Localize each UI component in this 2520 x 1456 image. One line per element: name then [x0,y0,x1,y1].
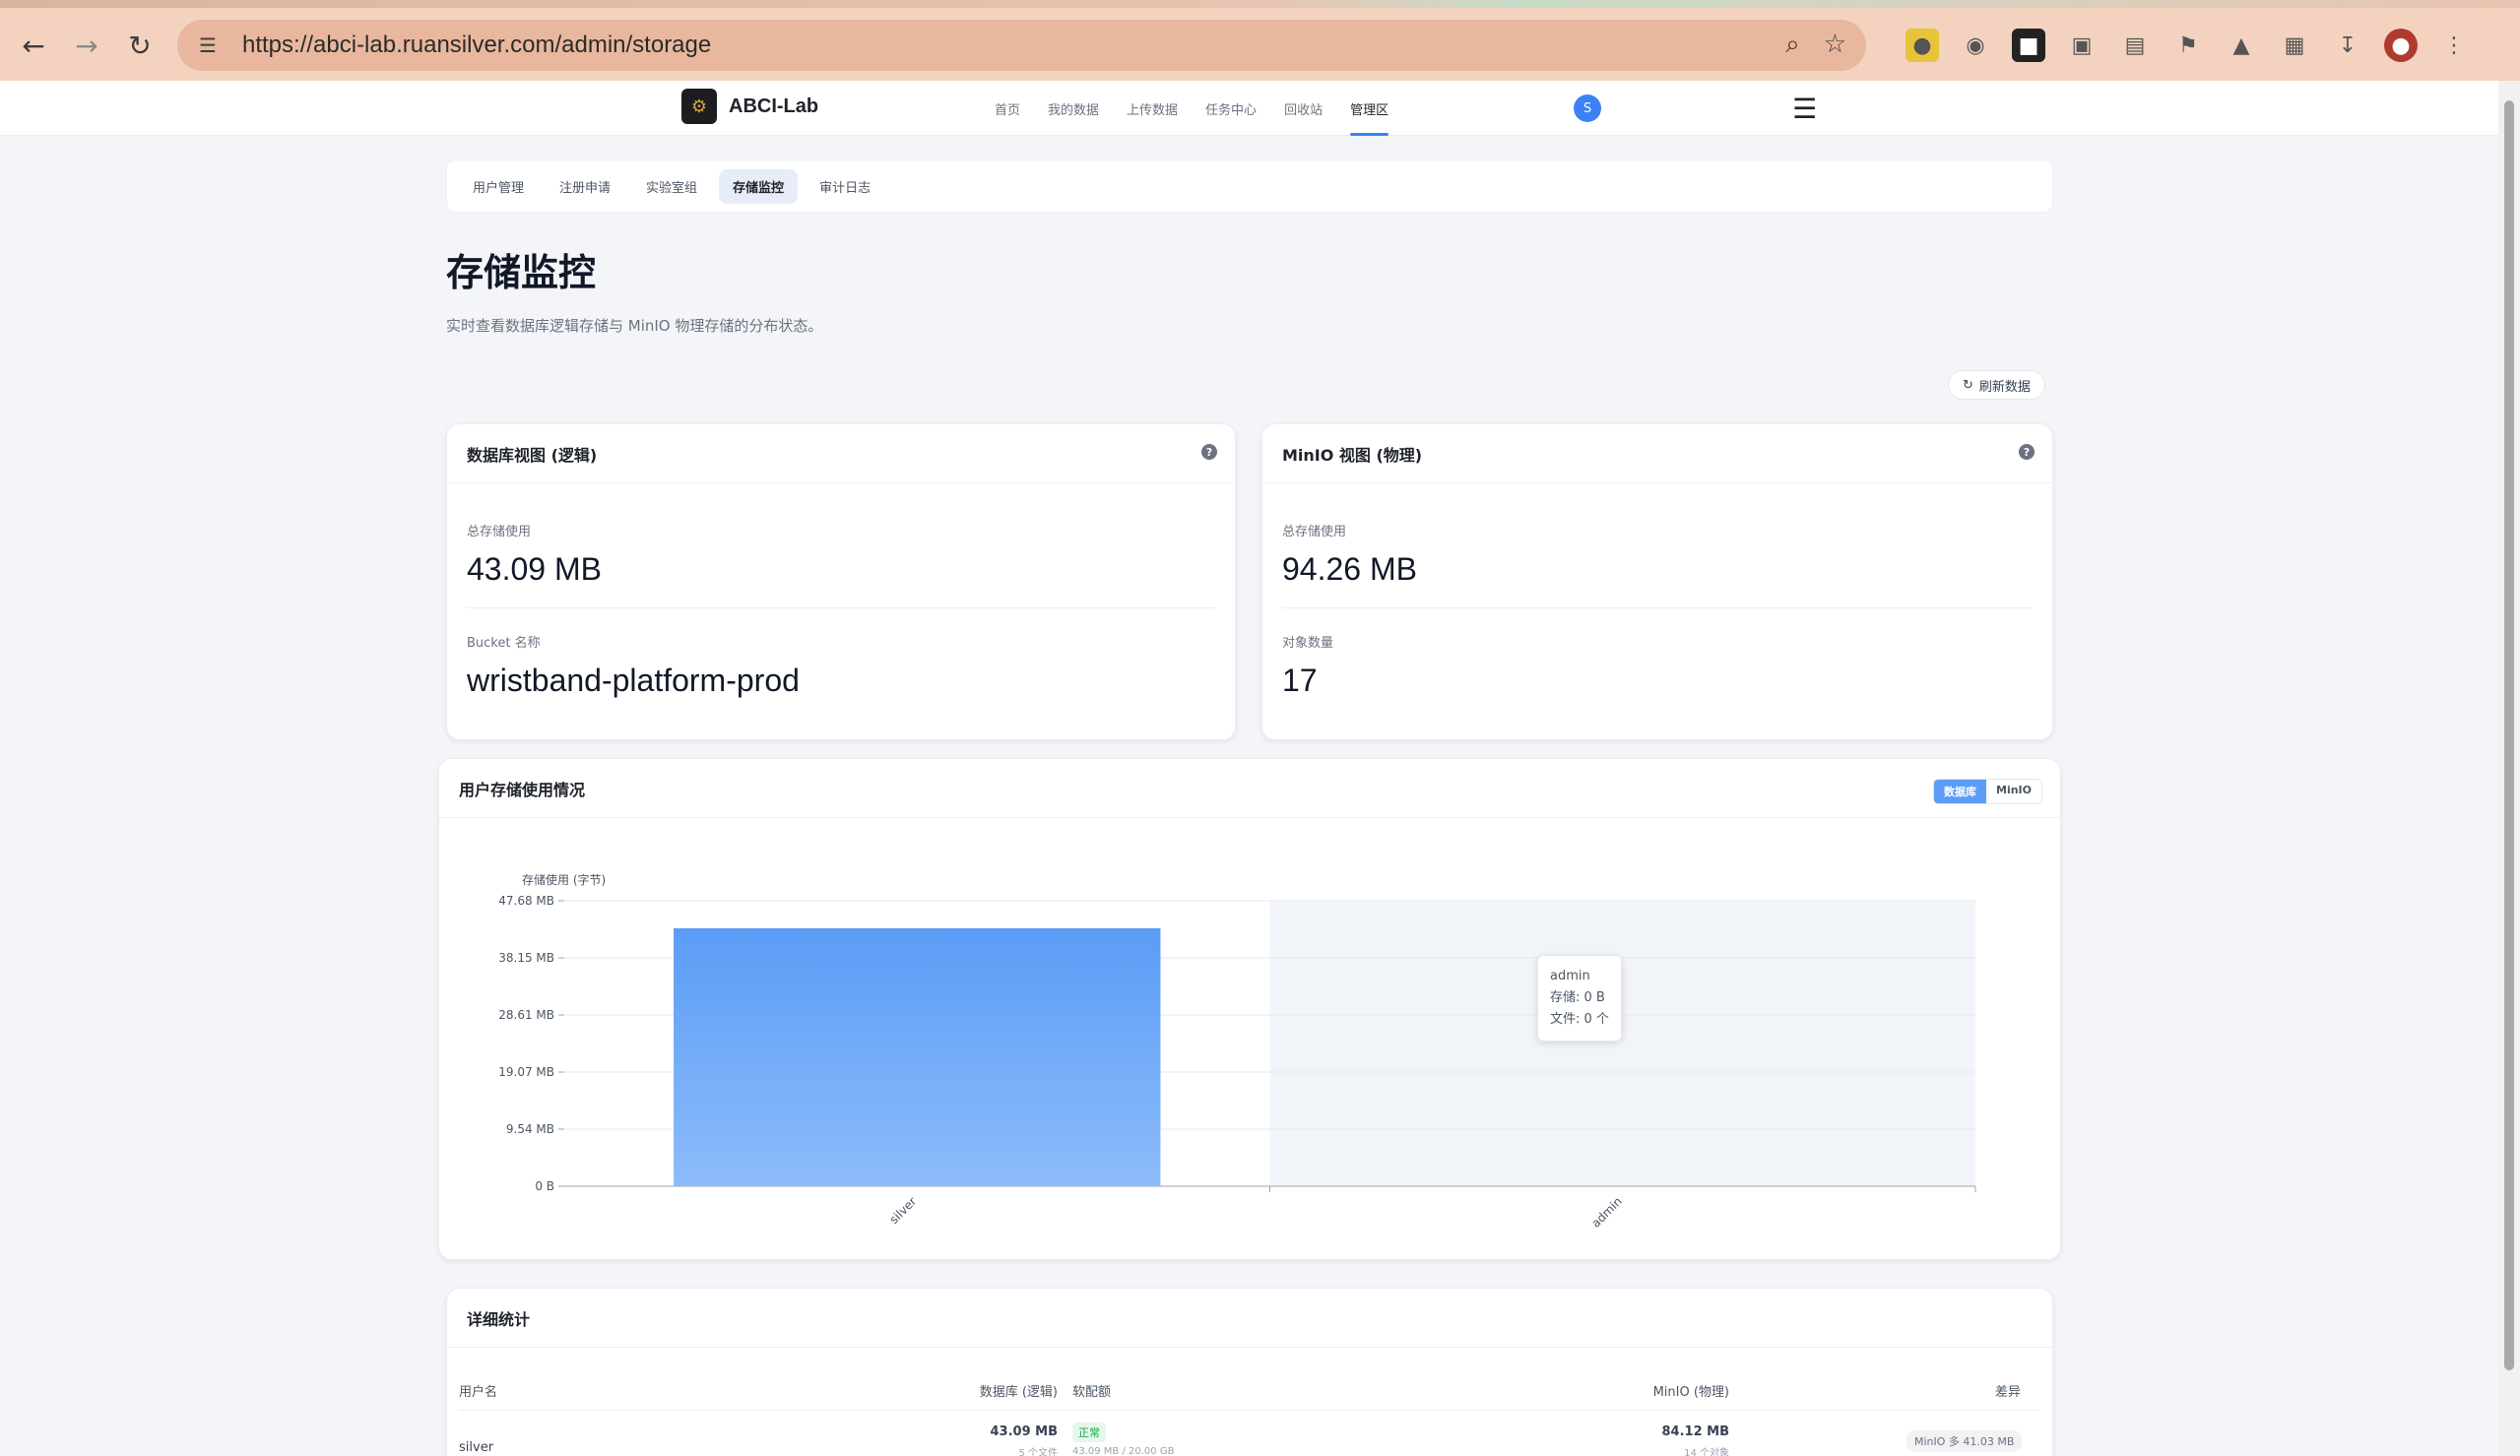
help-icon[interactable]: ? [2019,444,2035,460]
col-db[interactable]: 数据库 (逻辑) [959,1381,1058,1400]
row-minio-size: 84.12 MB [1661,1424,1730,1439]
extension-icon[interactable]: ■ [2012,29,2045,62]
page-title: 存储监控 [446,251,597,294]
reload-icon[interactable]: ↻ [122,28,158,63]
extension-icon[interactable]: ⚑ [2171,29,2205,62]
nav-item[interactable]: 任务中心 [1205,81,1257,136]
brand-logo-icon: ⚙ [681,89,717,124]
zoom-icon[interactable]: ⌕ [1785,30,1800,60]
table-row[interactable]: silver 43.09 MB 5 个文件 正常 43.09 MB / 20.0… [459,1411,2040,1456]
extension-icon[interactable]: ● [1906,29,1939,62]
browser-toolbar: ← → ↻ ☰ https://abci-lab.ruansilver.com/… [0,0,2520,81]
table-header: 用户名 数据库 (逻辑) 软配额 MinIO (物理) 差异 [459,1367,2040,1411]
brand-name: ABCI-Lab [729,95,819,117]
back-icon[interactable]: ← [16,28,51,63]
bucket-value: wristband-platform-prod [467,663,800,698]
diff-badge: MinIO 多 41.03 MB [1906,1430,2023,1452]
download-icon[interactable]: ↧ [2331,29,2364,62]
tooltip-storage: 存储: 0 B [1550,990,1605,1005]
col-quota[interactable]: 软配额 [1072,1381,1111,1400]
tooltip-name: admin [1550,969,1590,983]
subtab-item[interactable]: 注册申请 [546,169,624,204]
row-username: silver [459,1440,494,1455]
objects-label: 对象数量 [1282,636,1334,651]
extension-icon[interactable]: ◉ [1959,29,1992,62]
scrollbar-thumb[interactable] [2504,100,2514,1370]
subtab-item[interactable]: 存储监控 [719,168,799,204]
nav-item[interactable]: 上传数据 [1127,81,1178,136]
usage-card-title: 用户存储使用情况 [459,780,586,799]
refresh-icon: ↻ [1963,377,1973,393]
profile-avatar-icon[interactable]: ● [2384,29,2418,62]
subtab-item[interactable]: 用户管理 [459,169,538,204]
site-settings-icon[interactable]: ☰ [193,31,223,60]
nav-item[interactable]: 我的数据 [1048,81,1099,136]
refresh-label: 刷新数据 [1978,379,2031,395]
col-diff[interactable]: 差异 [1936,1381,2021,1400]
admin-subtabs: 用户管理 注册申请 实验室组 存储监控 审计日志 [446,159,2053,213]
minio-view-card: MinIO 视图 (物理) ? 总存储使用 94.26 MB 对象数量 17 [1261,423,2053,740]
camera-icon[interactable]: ▣ [2065,29,2099,62]
quota-detail: 43.09 MB / 20.00 GB [1072,1446,1175,1456]
bucket-label: Bucket 名称 [467,636,541,651]
db-total-value: 43.09 MB [467,551,602,587]
col-username[interactable]: 用户名 [459,1381,497,1400]
objects-value: 17 [1282,663,1318,698]
minio-card-title: MinIO 视图 (物理) [1282,445,1423,465]
chart-tooltip: admin 存储: 0 B 文件: 0 个 [1537,955,1622,1042]
user-usage-card: 用户存储使用情况 数据库 MinIO [438,758,2061,1260]
nav-item[interactable]: 首页 [995,81,1020,136]
tooltip-files: 文件: 0 个 [1550,1012,1609,1027]
db-total-label: 总存储使用 [467,525,532,539]
divider [1282,607,2033,608]
view-toggle: 数据库 MinIO [1933,779,2042,804]
document-icon[interactable]: ▤ [2118,29,2152,62]
minio-total-label: 总存储使用 [1282,525,1347,539]
app-header: ⚙ ABCI-Lab 首页 我的数据 上传数据 任务中心 回收站 管理区 S ☰ [0,81,2498,136]
brand[interactable]: ⚙ ABCI-Lab [681,89,818,124]
col-minio[interactable]: MinIO (物理) [1641,1381,1729,1400]
subtab-item[interactable]: 审计日志 [806,169,884,204]
toggle-minio[interactable]: MinIO [1986,780,2041,803]
refresh-button[interactable]: ↻ 刷新数据 [1948,370,2045,400]
bookmark-star-icon[interactable]: ☆ [1824,30,1846,60]
top-nav: 首页 我的数据 上传数据 任务中心 回收站 管理区 [995,81,1389,136]
details-table: 用户名 数据库 (逻辑) 软配额 MinIO (物理) 差异 silver 43… [459,1367,2040,1456]
row-db-size: 43.09 MB [990,1424,1059,1439]
address-bar[interactable]: ☰ https://abci-lab.ruansilver.com/admin/… [177,20,1866,71]
divider [467,607,1215,608]
page-subtitle: 实时查看数据库逻辑存储与 MinIO 物理存储的分布状态。 [446,317,823,335]
forward-icon[interactable]: → [69,28,104,63]
more-menu-icon[interactable]: ⋮ [2437,29,2471,62]
minio-total-value: 94.26 MB [1282,551,1417,587]
nav-item[interactable]: 回收站 [1284,81,1323,136]
user-avatar[interactable]: S [1574,95,1601,122]
row-minio-objects: 14 个对象 [1684,1448,1729,1456]
row-db-files: 5 个文件 [1018,1448,1058,1456]
url-text[interactable]: https://abci-lab.ruansilver.com/admin/st… [242,32,711,59]
details-title: 详细统计 [467,1309,531,1329]
db-card-title: 数据库视图 (逻辑) [467,445,598,465]
tab-strip[interactable] [0,0,2520,8]
db-view-card: 数据库视图 (逻辑) ? 总存储使用 43.09 MB Bucket 名称 wr… [446,423,1236,740]
toggle-database[interactable]: 数据库 [1934,780,1986,803]
hamburger-menu-icon[interactable]: ☰ [1792,93,1817,125]
details-card: 详细统计 用户名 数据库 (逻辑) 软配额 MinIO (物理) 差异 silv… [446,1288,2053,1456]
help-icon[interactable]: ? [1201,444,1217,460]
nav-item[interactable]: 管理区 [1350,81,1389,136]
puzzle-icon[interactable]: ▦ [2278,29,2311,62]
page-scrollbar[interactable] [2498,81,2520,1456]
quota-status-badge: 正常 [1072,1423,1106,1442]
subtab-item[interactable]: 实验室组 [632,169,711,204]
extension-icon[interactable]: ▲ [2225,29,2258,62]
